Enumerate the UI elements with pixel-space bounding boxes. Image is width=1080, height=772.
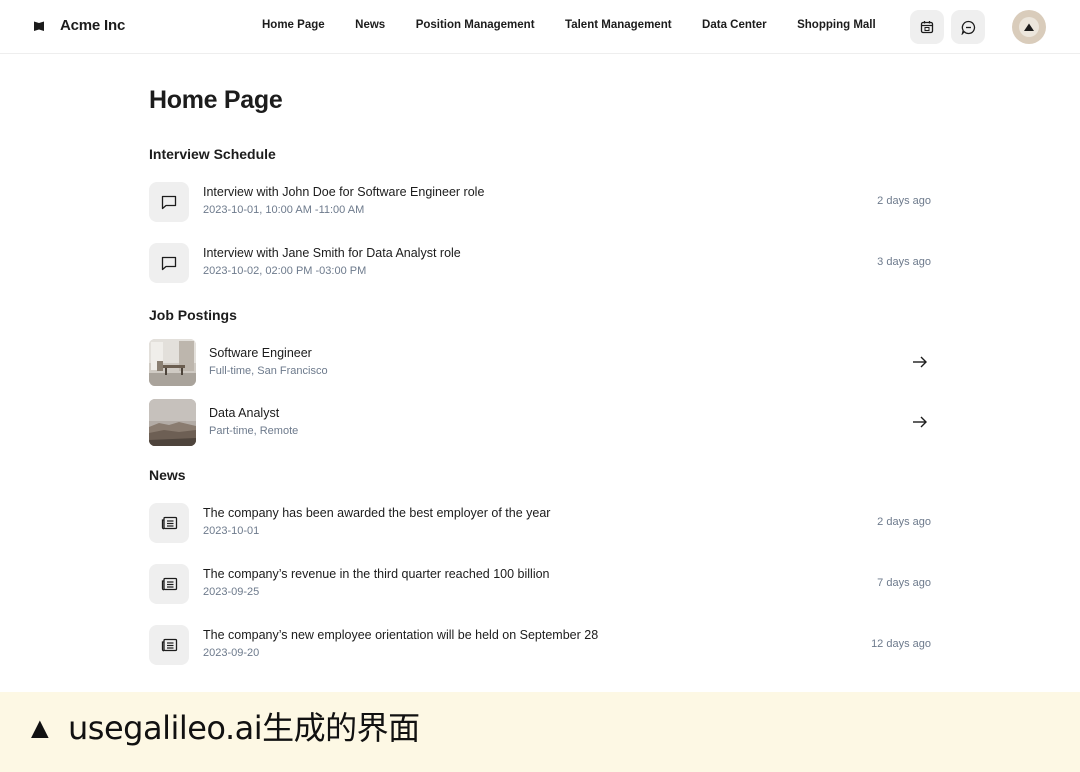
news-date: 2023-09-20 [203, 647, 260, 659]
interview-relative-time: 2 days ago [877, 195, 931, 207]
arrow-right-icon[interactable] [911, 353, 929, 371]
desert-landscape-photo [149, 399, 196, 446]
news-item[interactable]: The company has been awarded the best em… [149, 502, 931, 544]
nav-home-page[interactable]: Home Page [262, 19, 325, 31]
news-relative-time: 2 days ago [877, 516, 931, 528]
interview-title: Interview with John Doe for Software Eng… [203, 185, 485, 199]
newspaper-icon [149, 625, 189, 665]
nav-position-management[interactable]: Position Management [416, 19, 535, 31]
news-relative-time: 7 days ago [877, 577, 931, 589]
interview-schedule-heading: Interview Schedule [149, 146, 276, 162]
job-posting-item[interactable]: Data Analyst Part-time, Remote [149, 399, 931, 447]
news-item[interactable]: The company’s new employee orientation w… [149, 624, 931, 666]
news-title: The company has been awarded the best em… [203, 506, 551, 520]
interview-item[interactable]: Interview with Jane Smith for Data Analy… [149, 242, 931, 284]
main-nav: Home Page News Position Management Talen… [262, 19, 906, 31]
newspaper-icon [149, 564, 189, 604]
interview-title: Interview with Jane Smith for Data Analy… [203, 246, 461, 260]
caption-marker: ▲ [25, 712, 55, 745]
job-postings-heading: Job Postings [149, 307, 237, 323]
news-title: The company’s new employee orientation w… [203, 628, 599, 642]
arrow-right-icon[interactable] [911, 413, 929, 431]
job-details: Full-time, San Francisco [209, 365, 328, 377]
chat-button[interactable] [951, 10, 985, 44]
news-relative-time: 12 days ago [871, 638, 931, 650]
mountain-avatar-icon [1019, 17, 1039, 37]
office-photo [149, 339, 196, 386]
calendar-icon [920, 21, 934, 34]
interview-item[interactable]: Interview with John Doe for Software Eng… [149, 181, 931, 223]
chat-icon [960, 20, 975, 35]
news-title: The company’s revenue in the third quart… [203, 567, 550, 581]
newspaper-icon [149, 503, 189, 543]
brand-logo-icon [34, 21, 44, 31]
job-title: Data Analyst [209, 406, 280, 420]
nav-news[interactable]: News [355, 19, 385, 31]
user-avatar[interactable] [1012, 10, 1046, 44]
nav-data-center[interactable]: Data Center [702, 19, 767, 31]
message-icon [149, 182, 189, 222]
brand[interactable]: Acme Inc [33, 17, 125, 34]
message-icon [149, 243, 189, 283]
news-heading: News [149, 467, 186, 483]
interview-time: 2023-10-02, 02:00 PM -03:00 PM [203, 265, 367, 277]
nav-shopping-mall[interactable]: Shopping Mall [797, 19, 876, 31]
nav-talent-management[interactable]: Talent Management [565, 19, 672, 31]
calendar-button[interactable] [910, 10, 944, 44]
interview-relative-time: 3 days ago [877, 256, 931, 268]
job-posting-item[interactable]: Software Engineer Full-time, San Francis… [149, 339, 931, 387]
job-title: Software Engineer [209, 346, 312, 360]
top-navigation-bar: Acme Inc Home Page News Position Managem… [0, 0, 1080, 54]
news-date: 2023-10-01 [203, 525, 260, 537]
brand-name: Acme Inc [60, 17, 126, 34]
job-details: Part-time, Remote [209, 425, 299, 437]
news-item[interactable]: The company’s revenue in the third quart… [149, 563, 931, 605]
page-title: Home Page [149, 86, 283, 114]
interview-time: 2023-10-01, 10:00 AM -11:00 AM [203, 204, 365, 216]
news-date: 2023-09-25 [203, 586, 260, 598]
caption-text: usegalileo.ai生成的界面 [68, 709, 420, 747]
